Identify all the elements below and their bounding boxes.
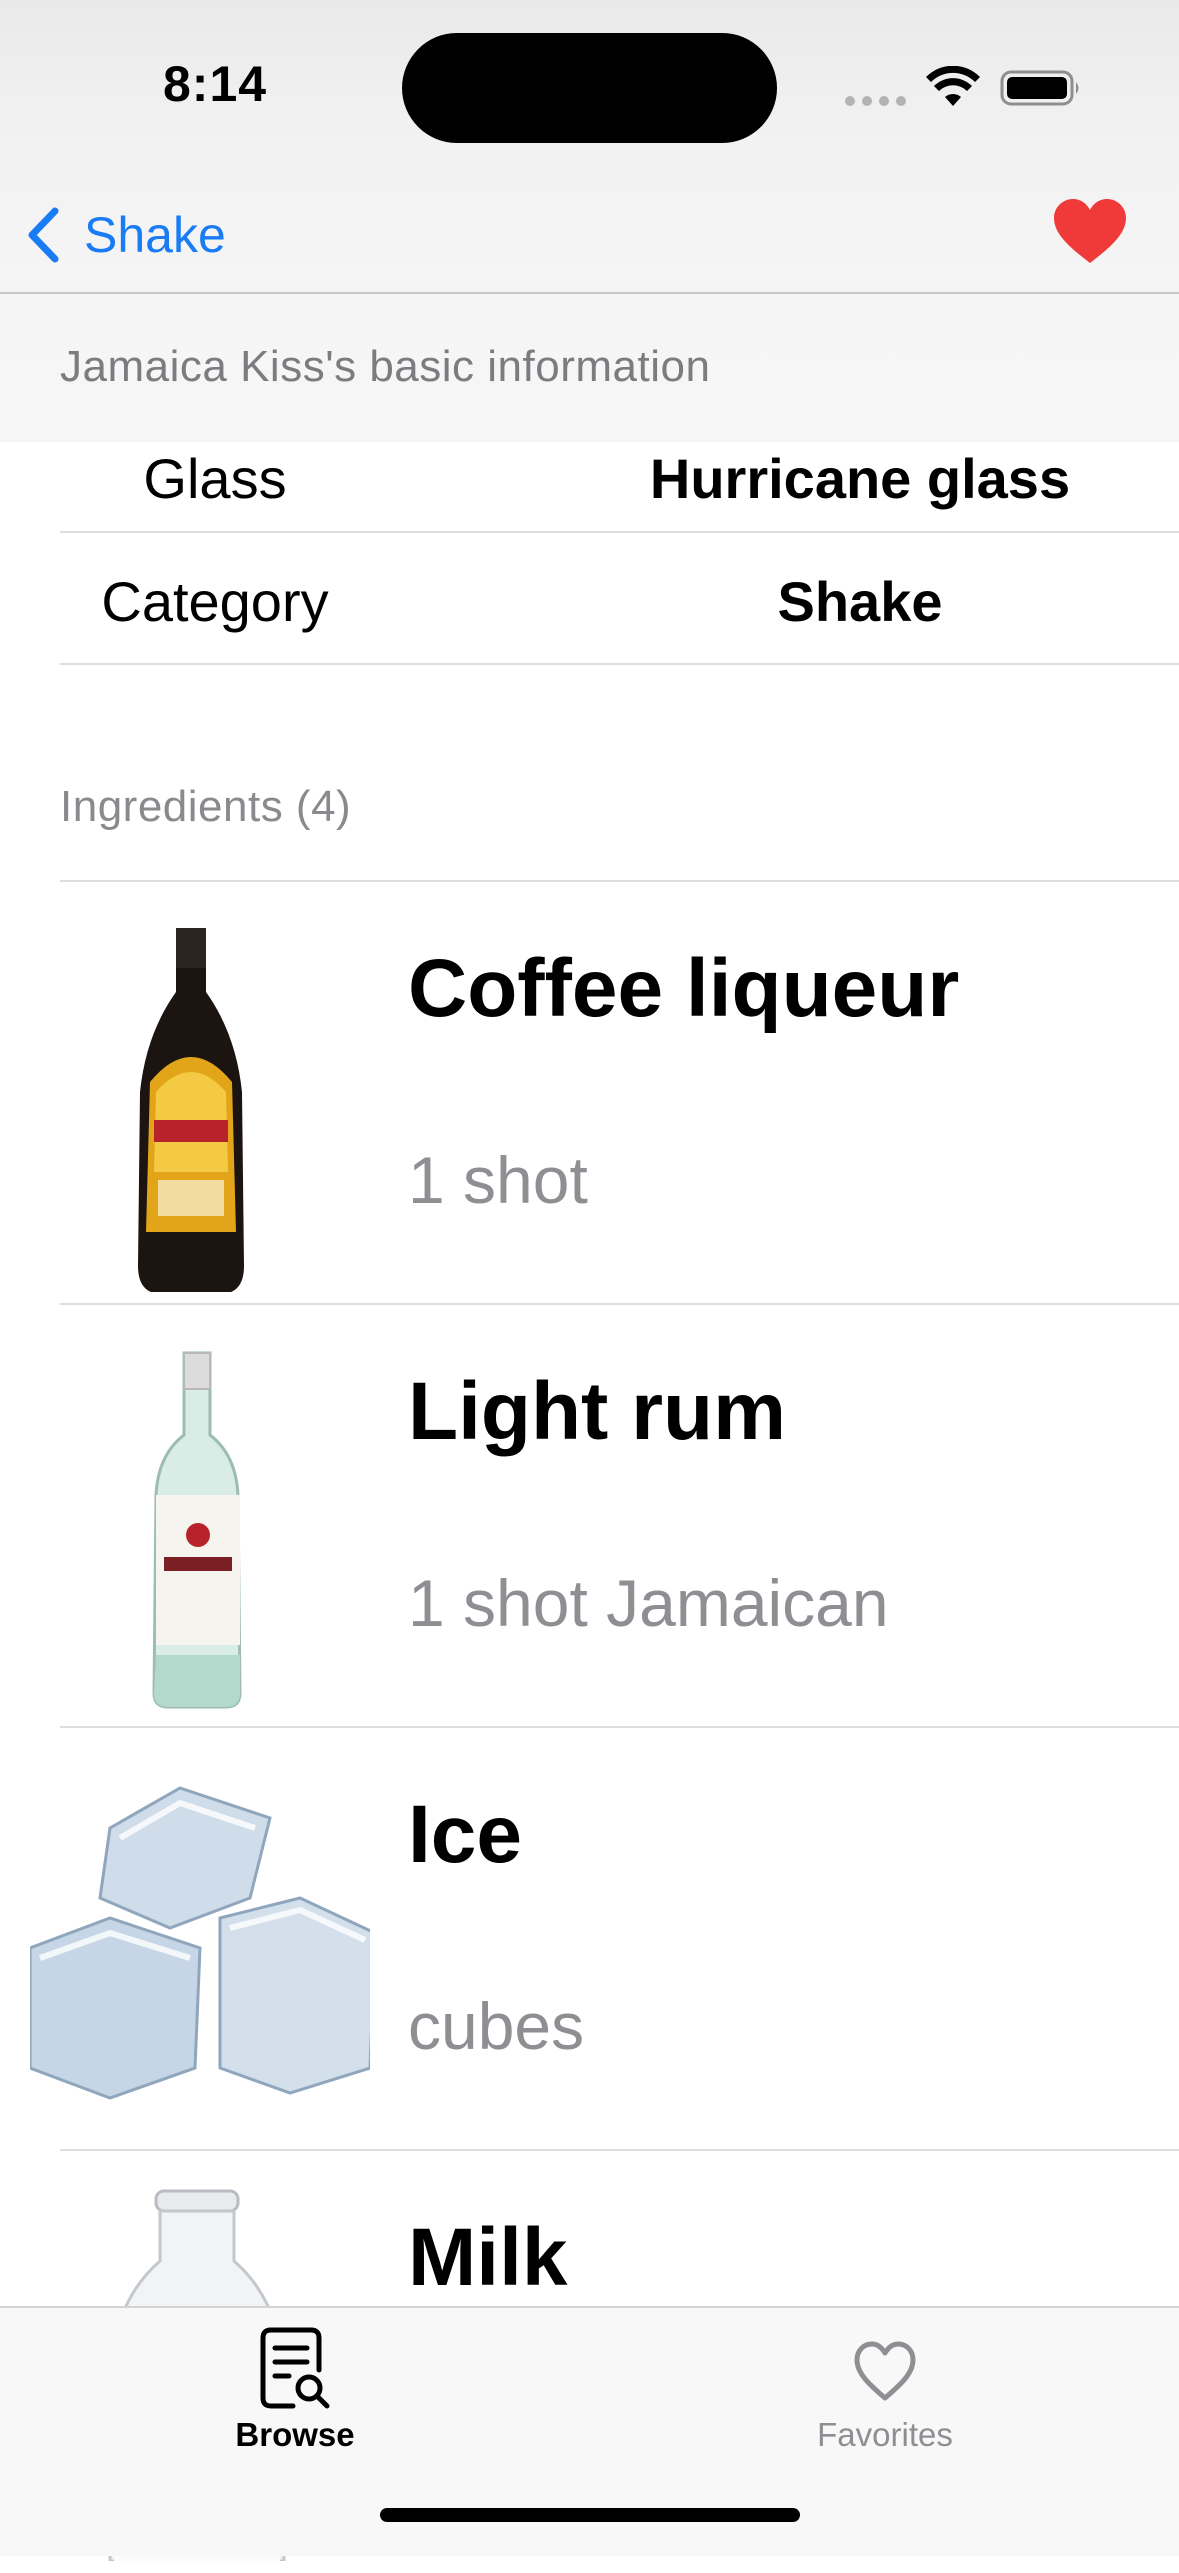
wifi-icon [926, 66, 980, 106]
ingredient-measure: 1 shot Jamaican [408, 1566, 889, 1640]
ingredients-header: Ingredients (4) [60, 782, 352, 831]
ingredient-row-light-rum[interactable]: Light rum 1 shot Jamaican [0, 1305, 1179, 1727]
ice-cubes-image [30, 1786, 370, 2100]
battery-icon [1000, 70, 1079, 106]
top-chrome: 8:14 Shake Jamaica Kiss's basic informat… [0, 0, 1179, 442]
favorite-heart-icon[interactable] [1052, 197, 1128, 267]
chevron-left-icon [28, 207, 59, 263]
ingredient-name: Milk [408, 2212, 568, 2303]
status-icons [845, 62, 1085, 112]
ingredient-measure: 1 shot [408, 1143, 588, 1217]
info-row-category: Category Shake [60, 533, 1179, 665]
tab-bar-divider [0, 2306, 1179, 2308]
cellular-signal-icon [845, 96, 906, 106]
ingredient-name: Coffee liqueur [408, 943, 960, 1034]
tab-label: Favorites [817, 2416, 953, 2453]
status-time: 8:14 [163, 56, 268, 112]
info-value-glass: Hurricane glass [649, 447, 1071, 510]
heart-outline-icon [854, 2341, 916, 2401]
tab-label: Browse [235, 2416, 355, 2453]
ingredient-row-ice[interactable]: Ice cubes [0, 1728, 1179, 2150]
browse-document-search-icon [260, 2327, 330, 2409]
home-indicator [380, 2508, 800, 2522]
ingredient-name: Ice [408, 1789, 522, 1880]
nav-divider [0, 292, 1179, 294]
info-label-category: Category [101, 570, 329, 633]
ingredient-row-coffee-liqueur[interactable]: Coffee liqueur 1 shot [0, 882, 1179, 1304]
ingredient-name: Light rum [408, 1366, 787, 1457]
basic-info-header: Jamaica Kiss's basic information [60, 342, 711, 391]
light-rum-bottle-image [152, 1351, 242, 1709]
ingredient-measure: cubes [408, 1989, 585, 2063]
navigation-bar: Shake [0, 175, 1179, 293]
dynamic-island [402, 33, 777, 143]
tab-browse[interactable]: Browse [145, 2326, 445, 2466]
row-divider [60, 663, 1179, 665]
tab-favorites[interactable]: Favorites [735, 2326, 1035, 2466]
coffee-liqueur-bottle-image [138, 928, 244, 1292]
back-button[interactable]: Shake [22, 195, 226, 275]
back-button-label: Shake [84, 207, 226, 263]
info-value-category: Shake [777, 570, 943, 633]
info-label-glass: Glass [143, 447, 287, 510]
